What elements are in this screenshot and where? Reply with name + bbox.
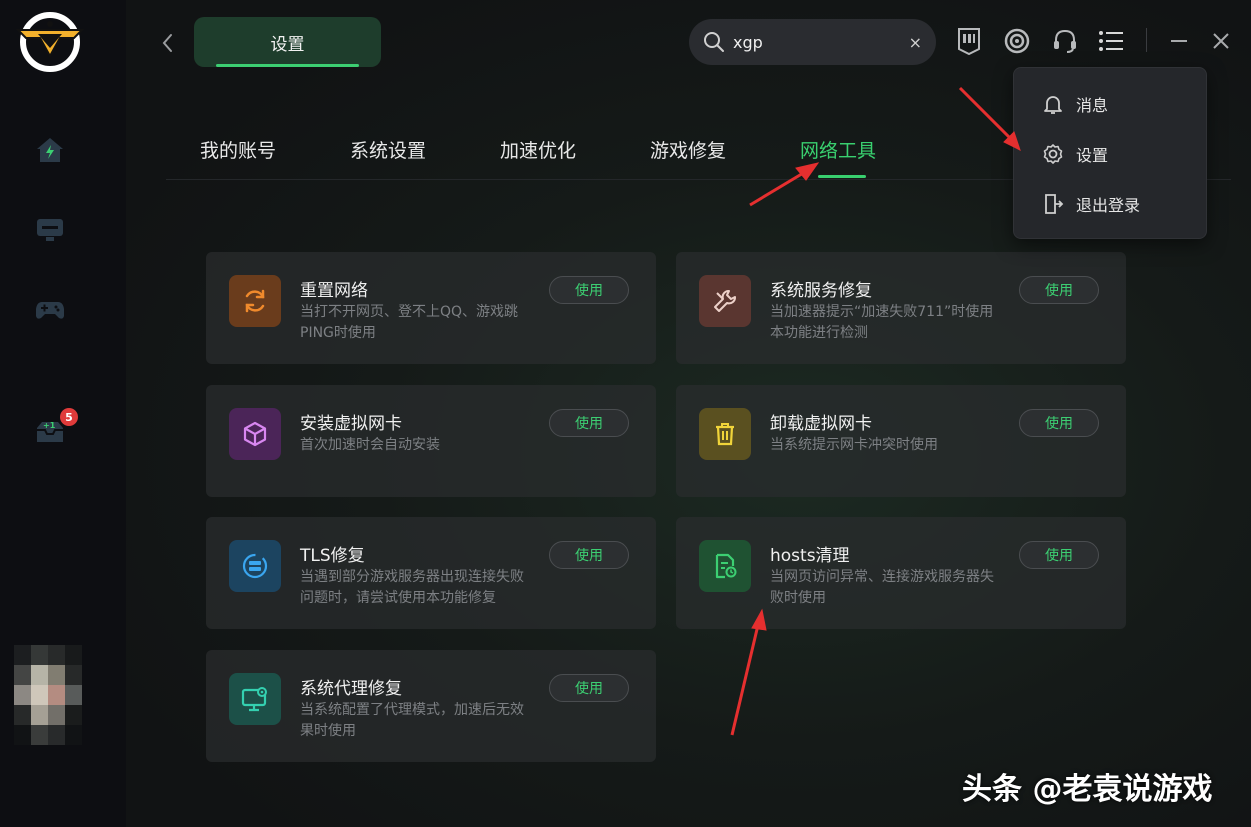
headset-icon	[1054, 29, 1076, 53]
avatar[interactable]	[14, 645, 82, 745]
close-icon	[1213, 33, 1229, 49]
trash-icon	[699, 408, 751, 460]
monitor-gear-icon	[229, 673, 281, 725]
app-logo	[15, 12, 85, 72]
chevron-left-icon	[162, 34, 172, 52]
notification-badge: 5	[60, 408, 78, 426]
dropdown-menu: 消息 设置 退出登录	[1013, 67, 1207, 239]
tool-card-hosts-clean: hosts清理 当网页访问异常、连接游戏服务器失败时使用 使用	[676, 517, 1126, 629]
svg-text:+1: +1	[43, 421, 56, 430]
tool-title: 系统服务修复	[770, 281, 872, 301]
left-sidebar: +1 5	[0, 0, 126, 827]
logout-icon	[1045, 194, 1064, 214]
minimize-icon	[1171, 40, 1187, 42]
menu-item-label: 退出登录	[1076, 196, 1141, 215]
clear-search-button[interactable]: ×	[909, 33, 922, 52]
tool-card-reset-network: 重置网络 当打不开网页、登不上QQ、游戏跳PING时使用 使用	[206, 252, 656, 364]
tool-title: 安装虚拟网卡	[300, 414, 402, 434]
tool-card-tls-repair: TLS修复 当遇到部分游戏服务器出现连接失败问题时，请尝试使用本功能修复 使用	[206, 517, 656, 629]
sidebar-item-home[interactable]	[30, 130, 70, 170]
use-button-reset-network[interactable]: 使用	[549, 276, 629, 304]
menu-item-settings[interactable]: 设置	[1014, 134, 1208, 174]
cube-icon	[229, 408, 281, 460]
tool-card-service-repair: 系统服务修复 当加速器提示“加速失败711”时使用本功能进行检测 使用	[676, 252, 1126, 364]
tab-acceleration[interactable]: 加速优化	[500, 136, 576, 163]
wrench-icon	[699, 275, 751, 327]
file-clean-icon	[699, 540, 751, 592]
menu-item-label: 设置	[1076, 146, 1109, 165]
watermark: 头条 @老袁说游戏	[962, 772, 1213, 807]
use-button-uninstall-vnic[interactable]: 使用	[1019, 409, 1099, 437]
refresh-icon	[229, 275, 281, 327]
use-button-service-repair[interactable]: 使用	[1019, 276, 1099, 304]
use-button-tls-repair[interactable]: 使用	[549, 541, 629, 569]
tool-description: 当系统提示网卡冲突时使用	[770, 437, 938, 453]
tool-description: 当网页访问异常、连接游戏服务器失败时使用	[770, 569, 994, 606]
epic-games-icon	[958, 28, 980, 55]
menu-item-logout[interactable]: 退出登录	[1014, 184, 1208, 224]
tool-title: 系统代理修复	[300, 679, 402, 699]
menu-list-icon	[1099, 31, 1123, 51]
bell-icon	[1044, 96, 1062, 114]
search-box[interactable]: ×	[689, 19, 936, 65]
tool-card-uninstall-vnic: 卸载虚拟网卡 当系统提示网卡冲突时使用 使用	[676, 385, 1126, 497]
menu-button[interactable]	[1096, 26, 1126, 56]
tool-card-install-vnic: 安装虚拟网卡 首次加速时会自动安装 使用	[206, 385, 656, 497]
page-title: 设置	[194, 17, 381, 67]
tool-description: 当加速器提示“加速失败711”时使用本功能进行检测	[770, 304, 994, 341]
tool-title: 卸载虚拟网卡	[770, 414, 872, 434]
tab-game-repair[interactable]: 游戏修复	[650, 136, 726, 163]
sidebar-item-monitor[interactable]	[30, 210, 70, 250]
menu-item-messages[interactable]: 消息	[1014, 84, 1208, 124]
search-icon	[704, 32, 724, 52]
tab-system-settings[interactable]: 系统设置	[350, 136, 426, 163]
epic-games-button[interactable]	[954, 26, 984, 56]
tool-title: TLS修复	[300, 546, 365, 566]
ubisoft-icon	[1004, 28, 1030, 54]
tool-title: 重置网络	[300, 281, 368, 301]
gear-icon	[1043, 144, 1063, 164]
gamepad-icon	[36, 302, 64, 319]
tool-description: 当打不开网页、登不上QQ、游戏跳PING时使用	[300, 304, 519, 341]
use-button-install-vnic[interactable]: 使用	[549, 409, 629, 437]
sidebar-item-games[interactable]	[30, 290, 70, 330]
tab-my-account[interactable]: 我的账号	[200, 136, 276, 163]
minimize-button[interactable]	[1164, 26, 1194, 56]
support-button[interactable]	[1050, 26, 1080, 56]
monitor-icon	[37, 219, 63, 241]
menu-item-label: 消息	[1076, 96, 1109, 115]
tool-description: 当系统配置了代理模式，加速后无效果时使用	[300, 702, 524, 739]
search-input[interactable]	[733, 32, 893, 52]
tool-title: hosts清理	[770, 546, 850, 566]
ubisoft-button[interactable]	[1002, 26, 1032, 56]
tab-network-tools[interactable]: 网络工具	[800, 136, 876, 163]
close-button[interactable]	[1206, 26, 1236, 56]
active-tab-indicator	[818, 175, 866, 178]
toolbar-divider	[1146, 28, 1147, 52]
use-button-hosts-clean[interactable]: 使用	[1019, 541, 1099, 569]
tool-description: 首次加速时会自动安装	[300, 437, 440, 453]
server-refresh-icon	[229, 540, 281, 592]
back-button[interactable]	[156, 28, 180, 58]
home-icon	[37, 138, 63, 162]
use-button-proxy-repair[interactable]: 使用	[549, 674, 629, 702]
tool-description: 当遇到部分游戏服务器出现连接失败问题时，请尝试使用本功能修复	[300, 569, 524, 606]
tool-card-proxy-repair: 系统代理修复 当系统配置了代理模式，加速后无效果时使用 使用	[206, 650, 656, 762]
